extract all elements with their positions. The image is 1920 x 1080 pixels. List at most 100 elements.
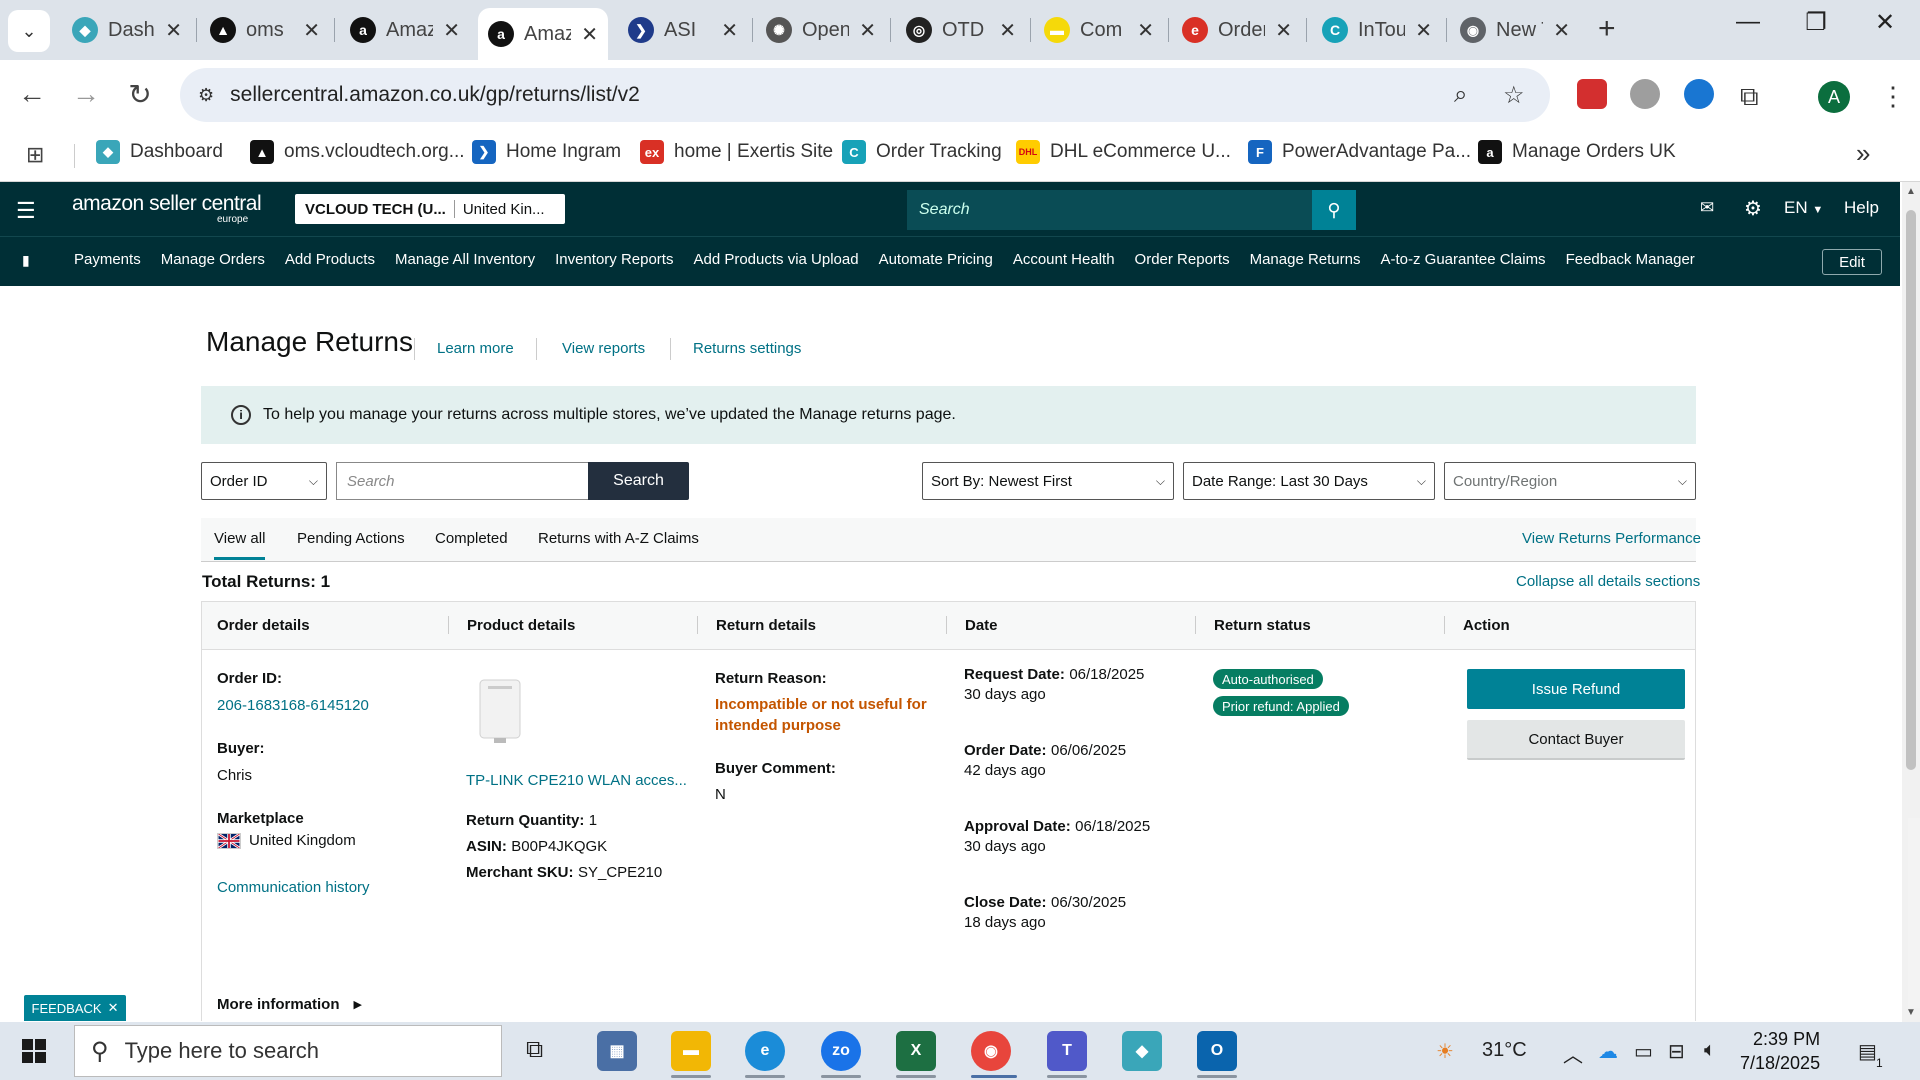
tab-close-icon[interactable]: ✕	[165, 18, 182, 43]
collapse-all-link[interactable]: Collapse all details sections	[1516, 573, 1700, 590]
nav-item[interactable]: Add Products via Upload	[693, 251, 858, 268]
country-region-select[interactable]: Country/Region ⌵	[1444, 462, 1696, 500]
windows-start-icon[interactable]	[22, 1039, 46, 1063]
bookmark-item[interactable]: ❯ Home Ingram	[472, 140, 621, 164]
scrollbar-thumb[interactable]	[1906, 210, 1916, 770]
tab-close-icon[interactable]: ✕	[1137, 18, 1154, 43]
returns-settings-link[interactable]: Returns settings	[693, 340, 801, 357]
weather-icon[interactable]: ☀	[1436, 1039, 1454, 1064]
browser-tab[interactable]: ◉ New Tab ✕	[1450, 8, 1580, 52]
address-bar[interactable]: ⚙ sellercentral.amazon.co.uk/gp/returns/…	[180, 68, 1550, 122]
file-explorer-app-icon[interactable]: ▬	[671, 1031, 711, 1071]
browser-tab[interactable]: ▬ Com ✕	[1034, 8, 1164, 52]
tab-search-button[interactable]: ⌄	[8, 10, 50, 52]
sort-select[interactable]: Sort By: Newest First ⌵	[922, 462, 1174, 500]
weather-temp[interactable]: 31°C	[1482, 1039, 1527, 1062]
new-tab-button[interactable]: +	[1598, 12, 1616, 46]
volume-icon[interactable]: 🔈︎	[1704, 1039, 1716, 1062]
minimize-button[interactable]: —	[1725, 8, 1771, 36]
bookmark-item[interactable]: a Manage Orders UK	[1478, 140, 1676, 164]
browser-tab[interactable]: a Amazon ✕	[478, 8, 608, 60]
returns-search-button[interactable]: Search	[588, 462, 689, 500]
tab-view-all[interactable]: View all	[214, 530, 266, 560]
bookmark-item[interactable]: ◆ Dashboard	[96, 140, 223, 164]
globe-extension-icon[interactable]	[1630, 79, 1660, 109]
browser-tab[interactable]: a Amazon ✕	[340, 8, 470, 52]
tab-pending-actions[interactable]: Pending Actions	[297, 530, 405, 547]
date-range-select[interactable]: Date Range: Last 30 Days ⌵	[1183, 462, 1435, 500]
menu-kebab-icon[interactable]: ⋮	[1880, 81, 1906, 112]
settings-gear-icon[interactable]: ⚙	[1744, 196, 1762, 221]
scroll-down-icon[interactable]: ▼	[1906, 1007, 1916, 1018]
excel-app-icon[interactable]: X	[896, 1031, 936, 1071]
browser-tab[interactable]: ▲ oms ✕	[200, 8, 330, 52]
product-name-link[interactable]: TP-LINK CPE210 WLAN acces...	[466, 772, 687, 789]
battery-icon[interactable]: ▭	[1634, 1039, 1653, 1064]
feedback-tab[interactable]: FEEDBACK ✕	[24, 995, 126, 1021]
app-diamond-icon[interactable]: ◆	[1122, 1031, 1162, 1071]
order-id-link[interactable]: 206-1683168-6145120	[217, 697, 369, 714]
view-reports-link[interactable]: View reports	[562, 340, 645, 357]
communication-history-link[interactable]: Communication history	[217, 879, 370, 896]
issue-refund-button[interactable]: Issue Refund	[1467, 669, 1685, 709]
bookmark-item[interactable]: ex home | Exertis Site	[640, 140, 833, 164]
teams-app-icon[interactable]: T	[1047, 1031, 1087, 1071]
forward-button[interactable]: →	[66, 78, 106, 110]
bookmarks-overflow-button[interactable]: »	[1856, 138, 1870, 169]
seller-search-button[interactable]: ⚲	[1312, 190, 1356, 230]
zoho-app-icon[interactable]: zo	[821, 1031, 861, 1071]
tab-close-icon[interactable]: ✕	[303, 18, 320, 43]
tray-overflow-icon[interactable]: ︿	[1563, 1039, 1583, 1068]
learn-more-link[interactable]: Learn more	[437, 340, 514, 357]
nav-item[interactable]: Automate Pricing	[879, 251, 993, 268]
browser-tab[interactable]: e Orders ✕	[1172, 8, 1302, 52]
close-window-button[interactable]: ✕	[1862, 8, 1908, 37]
vpn-extension-icon[interactable]	[1684, 79, 1714, 109]
more-information-toggle[interactable]: More information ▶	[217, 996, 362, 1013]
contact-buyer-button[interactable]: Contact Buyer	[1467, 720, 1685, 760]
bookmark-item[interactable]: ▲ oms.vcloudtech.org...	[250, 140, 465, 164]
browser-tab[interactable]: ◎ OTD ✕	[896, 8, 1026, 52]
nav-item[interactable]: Add Products	[285, 251, 375, 268]
notifications-icon[interactable]: ▤	[1858, 1039, 1877, 1064]
pdf-extension-icon[interactable]	[1577, 79, 1607, 109]
messages-mail-icon[interactable]: ✉	[1700, 198, 1714, 218]
bookmark-icon[interactable]: ▮	[22, 252, 30, 269]
nav-item[interactable]: Order Reports	[1135, 251, 1230, 268]
onedrive-icon[interactable]: ☁	[1598, 1039, 1618, 1064]
tab-close-icon[interactable]: ✕	[1553, 18, 1570, 43]
nav-item[interactable]: Payments	[74, 251, 141, 268]
profile-avatar[interactable]: A	[1818, 81, 1850, 113]
edge-app-icon[interactable]: e	[745, 1031, 785, 1071]
chrome-app-icon[interactable]: ◉	[971, 1031, 1011, 1071]
bookmark-item[interactable]: DHL DHL eCommerce U...	[1016, 140, 1231, 164]
nav-item[interactable]: Manage Orders	[161, 251, 265, 268]
store-selector[interactable]: VCLOUD TECH (U... United Kin...	[295, 194, 565, 224]
reload-button[interactable]: ↻	[120, 78, 160, 111]
tab-az-claims[interactable]: Returns with A-Z Claims	[538, 530, 699, 547]
bookmark-item[interactable]: C Order Tracking	[842, 140, 1002, 164]
browser-tab[interactable]: C InTouch ✕	[1312, 8, 1442, 52]
outlook-app-icon[interactable]: O	[1197, 1031, 1237, 1071]
back-button[interactable]: ←	[12, 78, 52, 110]
help-link[interactable]: Help	[1844, 198, 1879, 218]
zoom-icon[interactable]: ⌕	[1454, 81, 1467, 109]
hamburger-menu-icon[interactable]: ☰	[16, 198, 36, 224]
calculator-app-icon[interactable]: ▦	[597, 1031, 637, 1071]
browser-tab[interactable]: ✺ OpenAI ✕	[756, 8, 886, 52]
bookmark-item[interactable]: F PowerAdvantage Pa...	[1248, 140, 1471, 164]
product-image[interactable]	[470, 678, 530, 744]
tab-completed[interactable]: Completed	[435, 530, 508, 547]
tab-close-icon[interactable]: ✕	[1415, 18, 1432, 43]
nav-item[interactable]: Manage All Inventory	[395, 251, 535, 268]
taskbar-search-input[interactable]: ⚲ Type here to search	[74, 1025, 502, 1077]
taskbar-clock[interactable]: 2:39 PM 7/18/2025	[1740, 1027, 1820, 1075]
nav-item[interactable]: Account Health	[1013, 251, 1115, 268]
edit-nav-button[interactable]: Edit	[1822, 249, 1882, 275]
language-selector[interactable]: EN ▼	[1784, 198, 1823, 218]
id-type-select[interactable]: Order ID ⌵	[201, 462, 327, 500]
close-icon[interactable]: ✕	[108, 1000, 119, 1016]
bookmark-star-icon[interactable]: ☆	[1503, 81, 1525, 110]
returns-search-input[interactable]: Search	[336, 462, 588, 500]
nav-item[interactable]: A-to-z Guarantee Claims	[1381, 251, 1546, 268]
